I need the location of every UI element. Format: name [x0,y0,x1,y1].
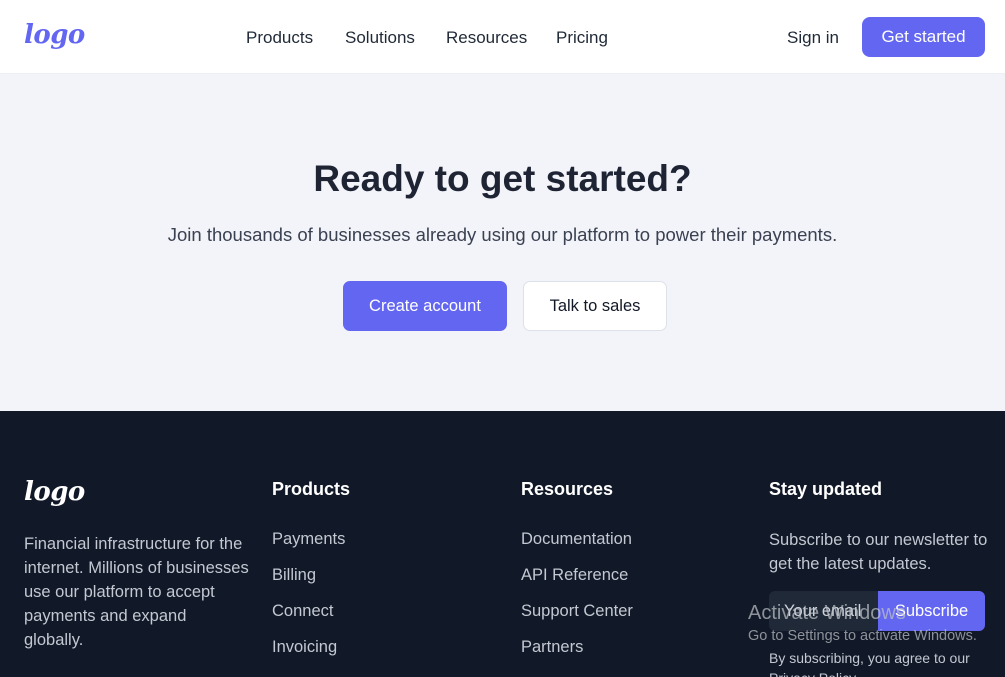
windows-activation-watermark-subtitle: Go to Settings to activate Windows. [748,628,977,644]
cta-section: Ready to get started? Join thousands of … [0,74,1005,411]
newsletter-heading: Stay updated [769,479,883,499]
create-account-button[interactable]: Create account [343,281,507,331]
cta-subtitle: Join thousands of businesses already usi… [167,224,838,245]
windows-activation-watermark-title: Activate Windows [748,602,906,624]
nav-pricing[interactable]: Pricing [556,28,608,48]
site-header: logo Products Solutions Resources Pricin… [0,0,1005,74]
footer-link-api-reference[interactable]: API Reference [521,566,628,585]
sign-in-link[interactable]: Sign in [787,28,839,48]
newsletter-text: Subscribe to our newsletter to get the l… [769,531,988,573]
get-started-button[interactable]: Get started [862,17,985,57]
footer-link-support-center[interactable]: Support Center [521,602,633,621]
footer-link-payments[interactable]: Payments [272,530,345,549]
footer-logo[interactable]: logo [24,477,85,507]
footer-link-documentation[interactable]: Documentation [521,530,632,549]
logo[interactable]: logo [24,20,85,50]
footer-resources-heading: Resources [521,479,614,499]
footer-description: Financial infrastructure for the interne… [24,535,249,649]
nav-solutions[interactable]: Solutions [345,28,415,48]
newsletter-privacy-note: By subscribing, you agree to our Privacy… [769,650,970,677]
cta-title: Ready to get started? [313,158,692,199]
nav-products[interactable]: Products [246,28,313,48]
talk-to-sales-button[interactable]: Talk to sales [523,281,667,331]
footer-products-heading: Products [272,479,351,499]
footer-link-connect[interactable]: Connect [272,602,333,621]
footer-link-partners[interactable]: Partners [521,638,583,657]
footer-link-invoicing[interactable]: Invoicing [272,638,337,657]
footer-link-billing[interactable]: Billing [272,566,316,585]
nav-resources[interactable]: Resources [446,28,527,48]
